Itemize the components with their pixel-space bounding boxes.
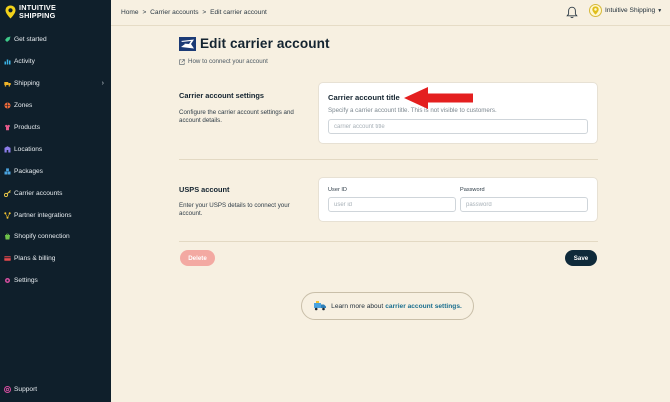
sidebar-item-activity[interactable]: Activity [0, 51, 111, 73]
sidebar-item-label: Shopify connection [14, 233, 70, 241]
avatar [589, 4, 602, 17]
sidebar-item-label: Get started [14, 36, 47, 44]
caret-down-icon: ▼ [657, 7, 663, 14]
section-divider [179, 241, 598, 242]
settings-section-description: Configure the carrier account settings a… [179, 109, 294, 125]
top-bar: Home > Carrier accounts > Edit carrier a… [111, 0, 670, 26]
sidebar-nav: Get started Activity Shipping › Zones Pr… [0, 29, 111, 292]
locations-icon [4, 146, 11, 153]
sidebar: INTUITIVE SHIPPING Get started Activity … [0, 0, 111, 402]
account-name: Intuitive Shipping [605, 7, 656, 14]
user-id-input[interactable] [328, 197, 456, 212]
sidebar-item-shipping[interactable]: Shipping › [0, 73, 111, 95]
zones-icon [4, 102, 11, 109]
howto-link-label: How to connect your account [188, 58, 268, 65]
sidebar-item-label: Carrier accounts [14, 189, 63, 197]
breadcrumb-separator: > [142, 9, 147, 16]
gear-icon [4, 277, 11, 284]
sidebar-item-packages[interactable]: Packages [0, 160, 111, 182]
sidebar-item-products[interactable]: Products [0, 117, 111, 139]
sidebar-item-plans-billing[interactable]: Plans & billing [0, 248, 111, 270]
delete-button[interactable]: Delete [180, 250, 215, 266]
red-arrow-annotation-icon [404, 87, 473, 109]
sidebar-item-label: Support [14, 386, 38, 393]
sidebar-item-get-started[interactable]: Get started [0, 29, 111, 51]
external-link-icon [179, 58, 185, 65]
sidebar-item-label: Shipping [14, 80, 40, 88]
sidebar-item-shopify-connection[interactable]: Shopify connection [0, 226, 111, 248]
sidebar-item-label: Activity [14, 58, 35, 66]
brand-name: INTUITIVE SHIPPING [19, 3, 57, 20]
sidebar-item-label: Plans & billing [14, 255, 56, 263]
learn-more-link[interactable]: carrier account settings. [385, 303, 462, 310]
account-menu[interactable]: Intuitive Shipping ▼ [589, 4, 662, 17]
key-icon [4, 189, 11, 197]
password-input[interactable] [460, 197, 588, 212]
usps-section-description: Enter your USPS details to connect your … [179, 202, 290, 218]
page-header: Edit carrier account [179, 36, 330, 51]
sidebar-item-support[interactable]: Support [4, 386, 37, 393]
user-id-label: User ID [328, 187, 347, 193]
bell-icon[interactable] [566, 6, 578, 19]
carrier-title-card-heading: Carrier account title [328, 93, 400, 102]
brand-logo[interactable]: INTUITIVE SHIPPING [5, 4, 56, 19]
sidebar-item-label: Locations [14, 145, 43, 153]
sidebar-item-partner-integrations[interactable]: Partner integrations [0, 204, 111, 226]
shipping-icon [4, 80, 11, 87]
settings-section-title: Carrier account settings [179, 91, 265, 100]
sidebar-item-label: Settings [14, 277, 38, 285]
chevron-right-icon: › [101, 79, 104, 87]
products-icon [4, 124, 11, 131]
sidebar-item-locations[interactable]: Locations [0, 138, 111, 160]
breadcrumb-carrier-accounts[interactable]: Carrier accounts [150, 9, 198, 16]
sidebar-item-label: Zones [14, 102, 33, 110]
packages-icon [4, 168, 11, 175]
support-icon [4, 386, 11, 393]
learn-more-pill[interactable]: Learn more about carrier account setting… [301, 292, 474, 320]
shipping-truck-icon [314, 301, 327, 311]
shopify-icon [4, 233, 11, 240]
page-title: Edit carrier account [200, 36, 330, 51]
sidebar-item-zones[interactable]: Zones [0, 95, 111, 117]
section-divider [179, 159, 598, 160]
activity-icon [4, 58, 11, 65]
breadcrumb: Home > Carrier accounts > Edit carrier a… [121, 9, 269, 16]
location-pin-logo-icon [5, 5, 16, 18]
password-label: Password [460, 187, 485, 193]
save-button[interactable]: Save [565, 250, 597, 266]
sidebar-item-label: Partner integrations [14, 211, 72, 219]
sidebar-item-carrier-accounts[interactable]: Carrier accounts [0, 182, 111, 204]
sidebar-item-label: Products [14, 124, 41, 131]
learn-more-prefix: Learn more about [331, 302, 384, 310]
breadcrumb-current: Edit carrier account [210, 9, 267, 16]
howto-link[interactable]: How to connect your account [179, 58, 268, 65]
carrier-title-input[interactable] [328, 119, 588, 134]
breadcrumb-home[interactable]: Home [121, 9, 139, 16]
sidebar-item-label: Packages [14, 167, 43, 175]
usps-credentials-card: User ID Password [318, 177, 598, 222]
billing-icon [4, 255, 11, 262]
usps-section-title: USPS account [179, 185, 230, 194]
sidebar-item-settings[interactable]: Settings [0, 270, 111, 292]
rocket-icon [4, 36, 11, 43]
integrations-icon [4, 211, 11, 219]
location-pin-icon [592, 6, 599, 15]
breadcrumb-separator: > [202, 9, 207, 16]
usps-logo-icon [179, 36, 196, 51]
